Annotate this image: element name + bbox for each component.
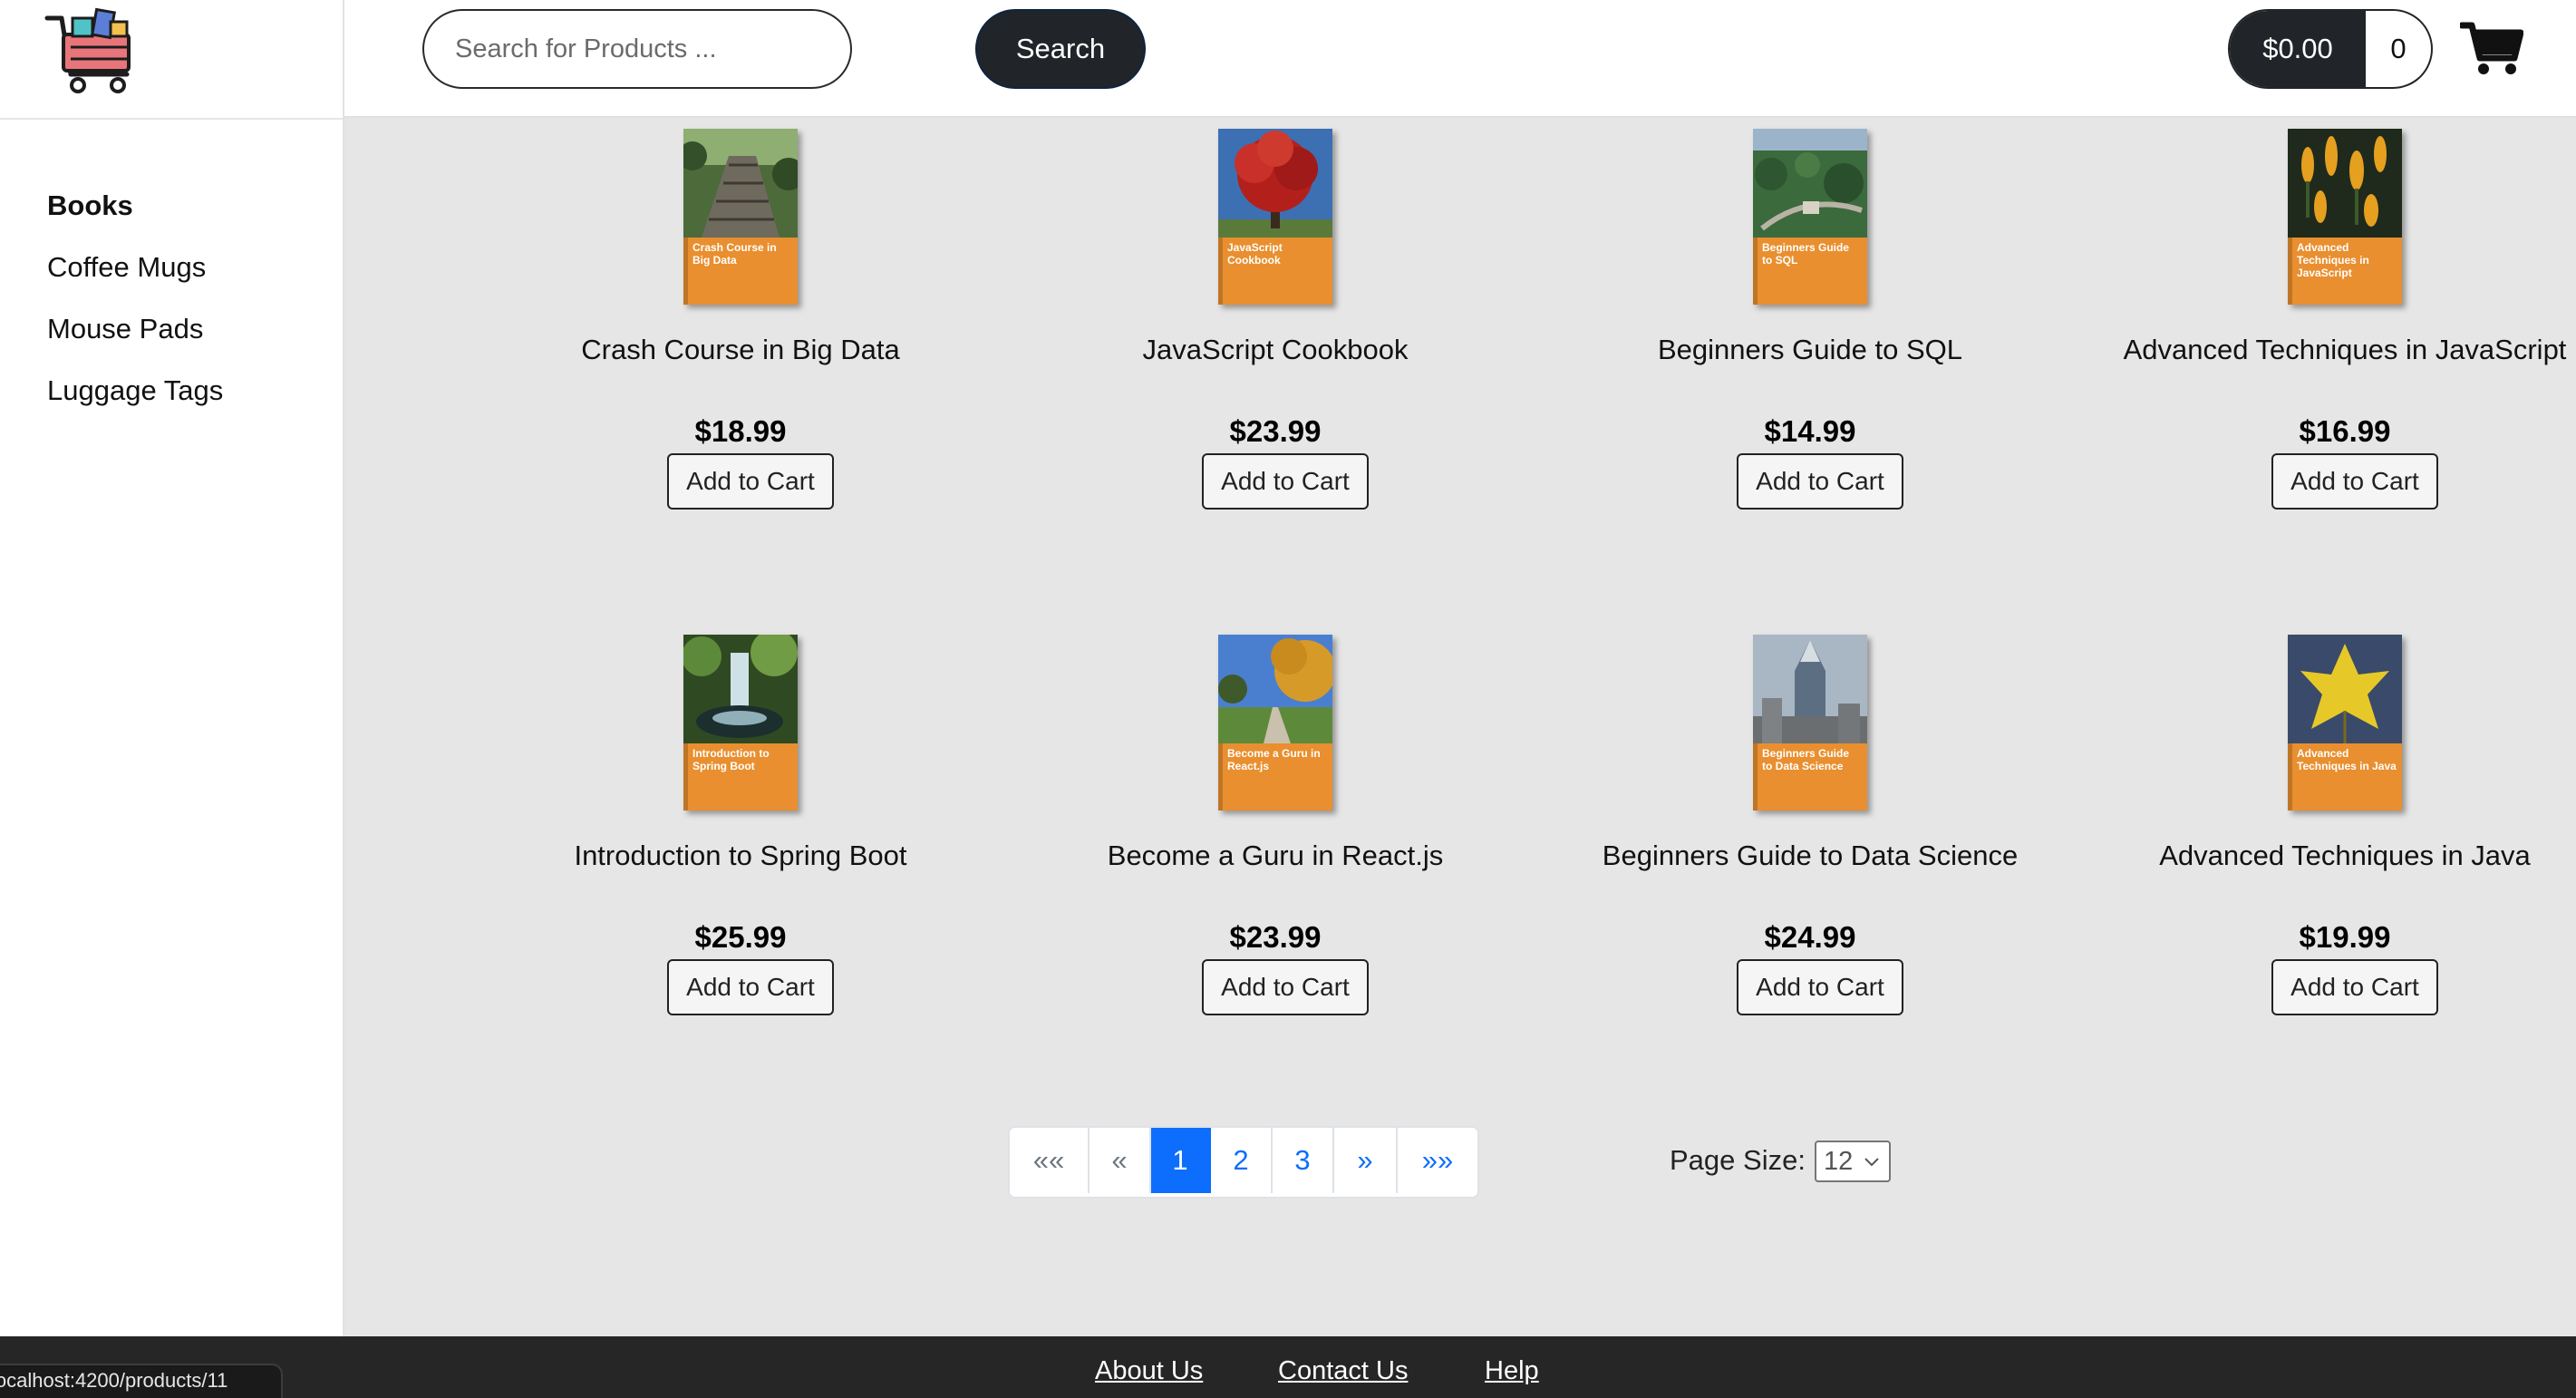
page-size-label: Page Size: — [1670, 1144, 1806, 1176]
yellow-leaf-image — [2288, 635, 2402, 743]
cart-total: $0.00 — [2230, 11, 2366, 87]
footer-link-about-us[interactable]: About Us — [1095, 1356, 1203, 1386]
browser-status-bar: localhost:4200/products/11 — [0, 1364, 283, 1398]
red-tree-image — [1218, 129, 1332, 238]
page-1-button[interactable]: 1 — [1151, 1128, 1211, 1193]
book-cover-image[interactable]: Introduction to Spring Boot — [683, 635, 798, 811]
pagination: «« « 1 2 3 » »» — [1008, 1126, 1479, 1199]
book-cover-image[interactable]: Advanced Techniques in JavaScript — [2288, 129, 2402, 305]
skyscraper-image — [1753, 635, 1867, 743]
book-cover-image[interactable]: Advanced Techniques in Java — [2288, 635, 2402, 811]
footer: About Us Contact Us Help — [0, 1336, 2576, 1398]
add-to-cart-button[interactable]: Add to Cart — [1202, 959, 1369, 1015]
product-name[interactable]: Beginners Guide to SQL — [1543, 334, 2077, 366]
page-size-select[interactable]: 12 — [1815, 1141, 1891, 1182]
last-page-button[interactable]: »» — [1398, 1128, 1477, 1193]
menu-item-mouse-pads[interactable]: Mouse Pads — [47, 314, 223, 345]
cover-title: Beginners Guide to SQL — [1762, 241, 1850, 267]
add-to-cart-button[interactable]: Add to Cart — [1737, 453, 1903, 510]
product-price: $18.99 — [694, 414, 787, 448]
yellow-flowers-image — [2288, 129, 2402, 238]
shopping-cart-logo[interactable] — [44, 7, 141, 94]
forest-stairs-image — [683, 129, 798, 238]
page-size-value: 12 — [1824, 1146, 1854, 1176]
footer-link-contact-us[interactable]: Contact Us — [1278, 1356, 1408, 1386]
cover-title: Advanced Techniques in JavaScript — [2297, 241, 2369, 279]
menu-item-books[interactable]: Books — [47, 190, 223, 221]
waterfall-image — [683, 635, 798, 743]
book-cover-image[interactable]: Become a Guru in React.js — [1218, 635, 1332, 811]
product-name[interactable]: Advanced Techniques in JavaScript — [2077, 334, 2576, 366]
product-price: $24.99 — [1764, 920, 1856, 954]
aerial-park-image — [1753, 129, 1867, 238]
page-2-button[interactable]: 2 — [1211, 1128, 1273, 1193]
product-price: $14.99 — [1764, 414, 1856, 448]
product-price: $25.99 — [694, 920, 787, 954]
book-cover-image[interactable]: Beginners Guide to Data Science — [1753, 635, 1867, 811]
cover-title: Beginners Guide to Data Science — [1762, 747, 1850, 772]
page-3-button[interactable]: 3 — [1273, 1128, 1334, 1193]
menu-item-coffee-mugs[interactable]: Coffee Mugs — [47, 252, 223, 283]
add-to-cart-button[interactable]: Add to Cart — [667, 453, 834, 510]
product-grid: Crash Course in Big Data Crash Course in… — [344, 118, 2576, 1024]
status-url: localhost:4200/products/11 — [0, 1369, 228, 1392]
book-cover-image[interactable]: Beginners Guide to SQL — [1753, 129, 1867, 305]
shopping-cart-icon[interactable] — [2460, 20, 2523, 78]
cover-title: Introduction to Spring Boot — [692, 747, 770, 772]
add-to-cart-button[interactable]: Add to Cart — [2271, 959, 2438, 1015]
product-name[interactable]: Introduction to Spring Boot — [473, 840, 1008, 872]
search-input[interactable] — [422, 9, 852, 89]
top-header: Search $0.00 0 — [344, 0, 2576, 118]
sidebar: Books Coffee Mugs Mouse Pads Luggage Tag… — [0, 0, 344, 1336]
category-menu: Books Coffee Mugs Mouse Pads Luggage Tag… — [47, 190, 223, 437]
product-name[interactable]: JavaScript Cookbook — [1008, 334, 1543, 366]
footer-link-help[interactable]: Help — [1485, 1356, 1539, 1386]
first-page-button[interactable]: «« — [1010, 1128, 1089, 1193]
logo-area — [0, 0, 343, 120]
add-to-cart-button[interactable]: Add to Cart — [667, 959, 834, 1015]
product-price: $23.99 — [1229, 920, 1322, 954]
book-cover-image[interactable]: JavaScript Cookbook — [1218, 129, 1332, 305]
search-button[interactable]: Search — [975, 9, 1146, 89]
product-price: $16.99 — [2299, 414, 2391, 448]
product-name[interactable]: Advanced Techniques in Java — [2077, 840, 2576, 872]
add-to-cart-button[interactable]: Add to Cart — [2271, 453, 2438, 510]
add-to-cart-button[interactable]: Add to Cart — [1202, 453, 1369, 510]
product-name[interactable]: Become a Guru in React.js — [1008, 840, 1543, 872]
product-price: $19.99 — [2299, 920, 2391, 954]
autumn-path-image — [1218, 635, 1332, 743]
cart-quantity: 0 — [2390, 33, 2407, 64]
product-name[interactable]: Beginners Guide to Data Science — [1543, 840, 2077, 872]
cover-title: JavaScript Cookbook — [1227, 241, 1283, 267]
cover-title: Crash Course in Big Data — [692, 241, 777, 267]
cart-status[interactable]: $0.00 0 — [2228, 9, 2433, 89]
previous-page-button[interactable]: « — [1089, 1128, 1151, 1193]
next-page-button[interactable]: » — [1334, 1128, 1398, 1193]
chevron-down-icon — [1864, 1158, 1879, 1167]
product-name[interactable]: Crash Course in Big Data — [473, 334, 1008, 366]
cover-title: Become a Guru in React.js — [1227, 747, 1321, 772]
cover-title: Advanced Techniques in Java — [2297, 747, 2397, 772]
add-to-cart-button[interactable]: Add to Cart — [1737, 959, 1903, 1015]
product-price: $23.99 — [1229, 414, 1322, 448]
book-cover-image[interactable]: Crash Course in Big Data — [683, 129, 798, 305]
menu-item-luggage-tags[interactable]: Luggage Tags — [47, 375, 223, 406]
